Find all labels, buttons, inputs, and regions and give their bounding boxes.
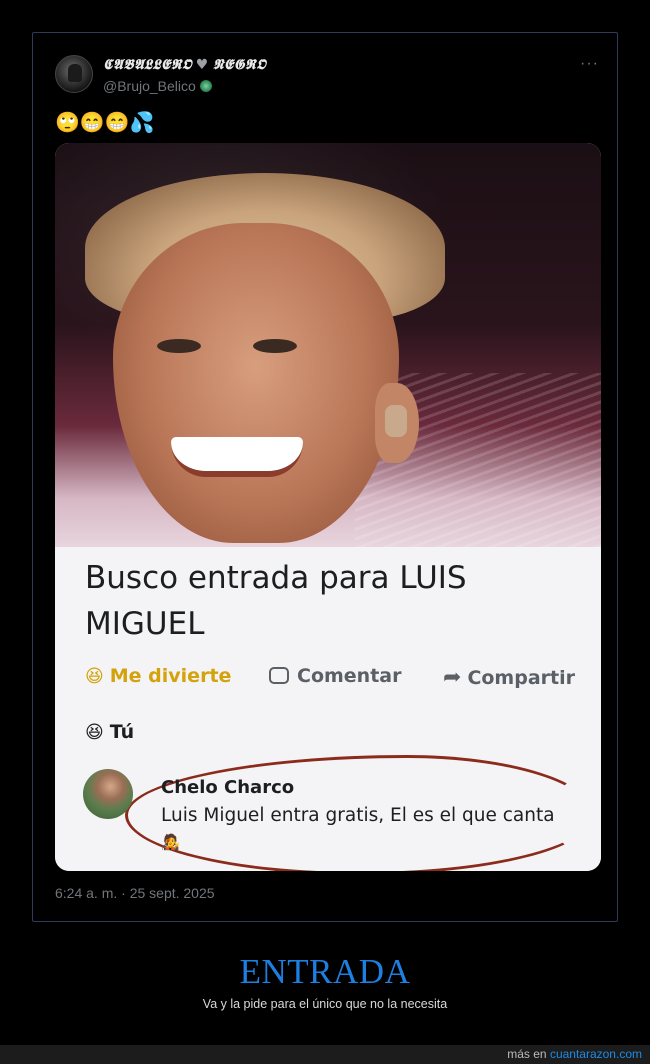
footer-bar: más en cuantarazon.com (0, 1045, 650, 1064)
black-heart-icon: ♥ (195, 57, 209, 73)
react-label: Me divierte (109, 665, 232, 687)
facebook-post-screenshot: Busco entrada para LUIS MIGUEL 😆 Me divie… (55, 547, 601, 871)
author-handle[interactable]: @Brujo_Belico (103, 78, 212, 94)
commenter-avatar (83, 769, 133, 819)
handle-text: @Brujo_Belico (103, 78, 196, 94)
author-avatar[interactable] (55, 55, 93, 93)
comment-button: Comentar (269, 665, 401, 687)
share-label: Compartir (467, 667, 575, 689)
comment-label: Comentar (297, 665, 402, 687)
post-actions: 😆 Me divierte Comentar ➦ Compartir (85, 665, 601, 701)
tweet-image[interactable]: Busco entrada para LUIS MIGUEL 😆 Me divie… (55, 143, 601, 871)
react-button: 😆 Me divierte (85, 665, 231, 687)
face (113, 223, 399, 543)
more-options-icon[interactable]: ··· (580, 55, 599, 73)
singer-emoji-icon: 🧑‍🎤 (161, 833, 180, 851)
display-name-suffix: 𝕹𝕰𝕲𝕽𝕺 (212, 57, 266, 73)
post-title: Busco entrada para LUIS MIGUEL (85, 560, 467, 642)
laughing-emoji-icon: 😆 (85, 666, 104, 687)
left-eye (157, 339, 201, 353)
comment-body: Luis Miguel entra gratis, El es el que c… (161, 803, 561, 855)
share-arrow-icon: ➦ (443, 665, 462, 690)
singer-photo (55, 143, 601, 547)
comment-author: Chelo Charco (161, 777, 295, 798)
page-headline: ENTRADA (239, 952, 411, 991)
footer-prefix: más en (507, 1047, 547, 1061)
you-label: Tú (109, 721, 135, 743)
globe-badge-icon (199, 80, 212, 92)
reaction-summary: 😆 Tú (85, 721, 134, 743)
page-caption: Va y la pide para el único que no la nec… (202, 997, 448, 1011)
tweet-card: 𝕮𝕬𝕭𝕬𝕷𝕷𝕰𝕽𝕺 ♥ 𝕹𝕰𝕲𝕽𝕺 @Brujo_Belico ··· 🙄😁😁💦 B… (32, 32, 618, 922)
comment-text: Luis Miguel entra gratis, El es el que c… (161, 805, 555, 826)
tweet-timestamp[interactable]: 6:24 a. m. · 25 sept. 2025 (55, 885, 215, 901)
comment: Chelo Charco Luis Miguel entra gratis, E… (83, 755, 595, 871)
laughing-emoji-icon: 😆 (85, 722, 104, 743)
author-display-name[interactable]: 𝕮𝕬𝕭𝕬𝕷𝕷𝕰𝕽𝕺 ♥ 𝕹𝕰𝕲𝕽𝕺 (103, 57, 266, 73)
smile (171, 437, 303, 477)
speech-bubble-icon (269, 667, 289, 684)
in-ear-monitor (385, 405, 407, 437)
footer-site-link[interactable]: cuantarazon.com (550, 1047, 642, 1061)
display-name-part: 𝕮𝕬𝕭𝕬𝕷𝕷𝕰𝕽𝕺 (103, 57, 192, 73)
right-eye (253, 339, 297, 353)
share-button: ➦ Compartir (443, 665, 575, 690)
tweet-text: 🙄😁😁💦 (55, 112, 155, 134)
